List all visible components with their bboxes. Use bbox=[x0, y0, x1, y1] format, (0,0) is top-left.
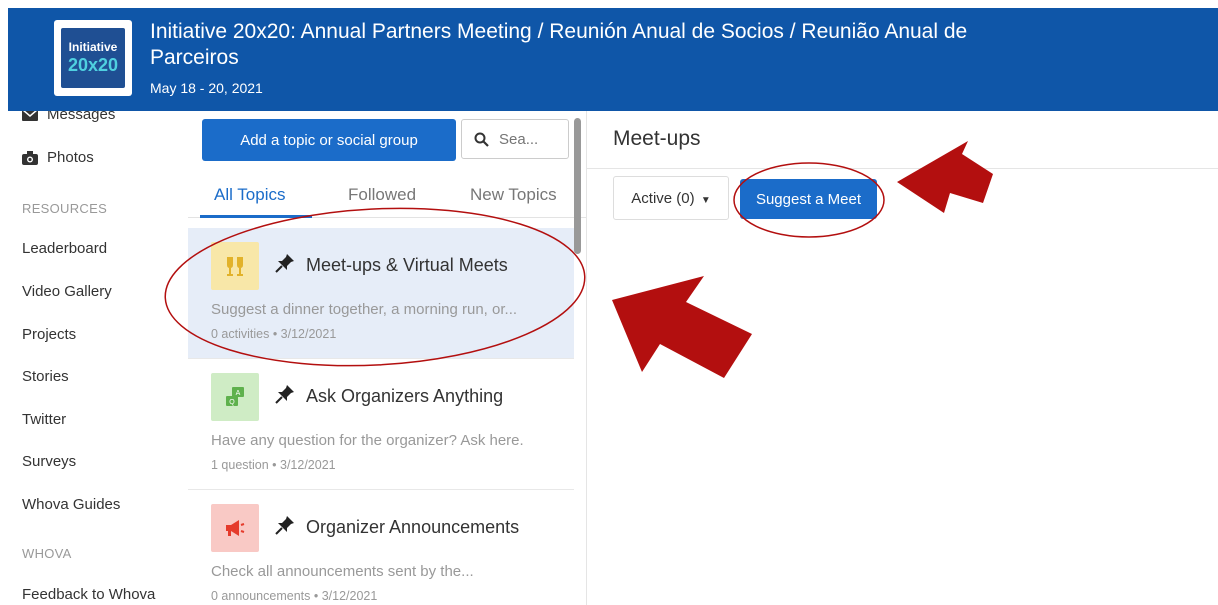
caret-down-icon: ▼ bbox=[700, 194, 711, 206]
topic-title: Organizer Announcements bbox=[306, 517, 520, 537]
sidebar-item-projects[interactable]: Projects bbox=[22, 326, 76, 343]
red-arrow-icon bbox=[612, 276, 752, 378]
sidebar-item-photos[interactable]: Photos bbox=[22, 149, 94, 166]
topic-description: Check all announcements sent by the... bbox=[211, 563, 474, 580]
megaphone-icon bbox=[211, 504, 259, 552]
sidebar-item-messages[interactable]: Messages bbox=[22, 111, 115, 123]
event-header: Initiative 20x20 Initiative 20x20: Annua… bbox=[8, 8, 1218, 111]
glasses-icon bbox=[211, 242, 259, 290]
topic-meta: 0 activities • 3/12/2021 bbox=[211, 327, 337, 341]
envelope-icon bbox=[22, 111, 38, 122]
sidebar-item-video-gallery[interactable]: Video Gallery bbox=[22, 283, 112, 300]
whova-section-label: WHOVA bbox=[22, 546, 72, 561]
svg-text:A: A bbox=[236, 390, 241, 397]
topic-item-ask-organizers[interactable]: A Q Ask Organizers Anything Have any que… bbox=[188, 359, 574, 490]
event-title: Initiative 20x20: Annual Partners Meetin… bbox=[150, 20, 968, 69]
event-logo[interactable]: Initiative 20x20 bbox=[54, 20, 132, 96]
topic-description: Have any question for the organizer? Ask… bbox=[211, 432, 524, 449]
logo-top-text: Initiative bbox=[68, 40, 118, 54]
sidebar-item-twitter[interactable]: Twitter bbox=[22, 411, 66, 428]
sidebar-item-whova-guides[interactable]: Whova Guides bbox=[22, 496, 120, 513]
qa-icon: A Q bbox=[211, 373, 259, 421]
topic-title: Meet-ups & Virtual Meets bbox=[306, 255, 508, 275]
logo-bottom-text: 20x20 bbox=[67, 55, 119, 75]
add-topic-button[interactable]: Add a topic or social group bbox=[202, 119, 456, 161]
pin-icon bbox=[275, 254, 294, 273]
active-tab-indicator bbox=[200, 215, 312, 218]
meetups-title: Meet-ups bbox=[613, 127, 701, 150]
meetups-divider bbox=[587, 168, 1218, 169]
active-filter-label: Active (0) bbox=[631, 189, 695, 207]
topic-meta: 1 question • 3/12/2021 bbox=[211, 458, 336, 472]
topic-title: Ask Organizers Anything bbox=[306, 386, 504, 406]
logo-badge: Initiative 20x20 bbox=[61, 28, 125, 88]
resources-section-label: RESOURCES bbox=[22, 201, 108, 216]
tab-all-topics[interactable]: All Topics bbox=[214, 185, 286, 205]
pin-icon bbox=[275, 385, 294, 404]
event-date: May 18 - 20, 2021 bbox=[150, 80, 263, 96]
camera-icon bbox=[22, 151, 38, 166]
sidebar-item-feedback[interactable]: Feedback to Whova bbox=[22, 586, 155, 603]
topic-description: Suggest a dinner together, a morning run… bbox=[211, 301, 518, 318]
red-arrow-icon bbox=[897, 141, 993, 213]
search-icon bbox=[474, 132, 489, 147]
topic-tabs: All Topics Followed New Topics bbox=[188, 173, 586, 218]
topic-item-meetups[interactable]: Meet-ups & Virtual Meets Suggest a dinne… bbox=[188, 228, 574, 359]
search-input[interactable] bbox=[497, 129, 567, 149]
sidebar: Messages Photos RESOURCES Leaderboard Vi… bbox=[0, 111, 188, 605]
topic-search[interactable] bbox=[461, 119, 569, 159]
active-filter-dropdown[interactable]: Active (0) ▼ bbox=[613, 176, 729, 220]
topics-scrollbar[interactable] bbox=[574, 118, 581, 254]
sidebar-item-leaderboard[interactable]: Leaderboard bbox=[22, 240, 107, 257]
sidebar-item-stories[interactable]: Stories bbox=[22, 368, 69, 385]
suggest-meet-button[interactable]: Suggest a Meet bbox=[740, 179, 877, 219]
pin-icon bbox=[275, 516, 294, 535]
topics-panel: Add a topic or social group All Topics F… bbox=[188, 111, 587, 605]
tab-followed[interactable]: Followed bbox=[348, 185, 416, 205]
sidebar-item-label: Messages bbox=[47, 111, 116, 123]
svg-text:Q: Q bbox=[229, 399, 235, 406]
topic-item-announcements[interactable]: Organizer Announcements Check all announ… bbox=[188, 490, 574, 605]
sidebar-item-surveys[interactable]: Surveys bbox=[22, 453, 76, 470]
tab-new-topics[interactable]: New Topics bbox=[470, 185, 557, 205]
sidebar-item-label: Photos bbox=[47, 149, 94, 166]
topic-meta: 0 announcements • 3/12/2021 bbox=[211, 589, 378, 603]
